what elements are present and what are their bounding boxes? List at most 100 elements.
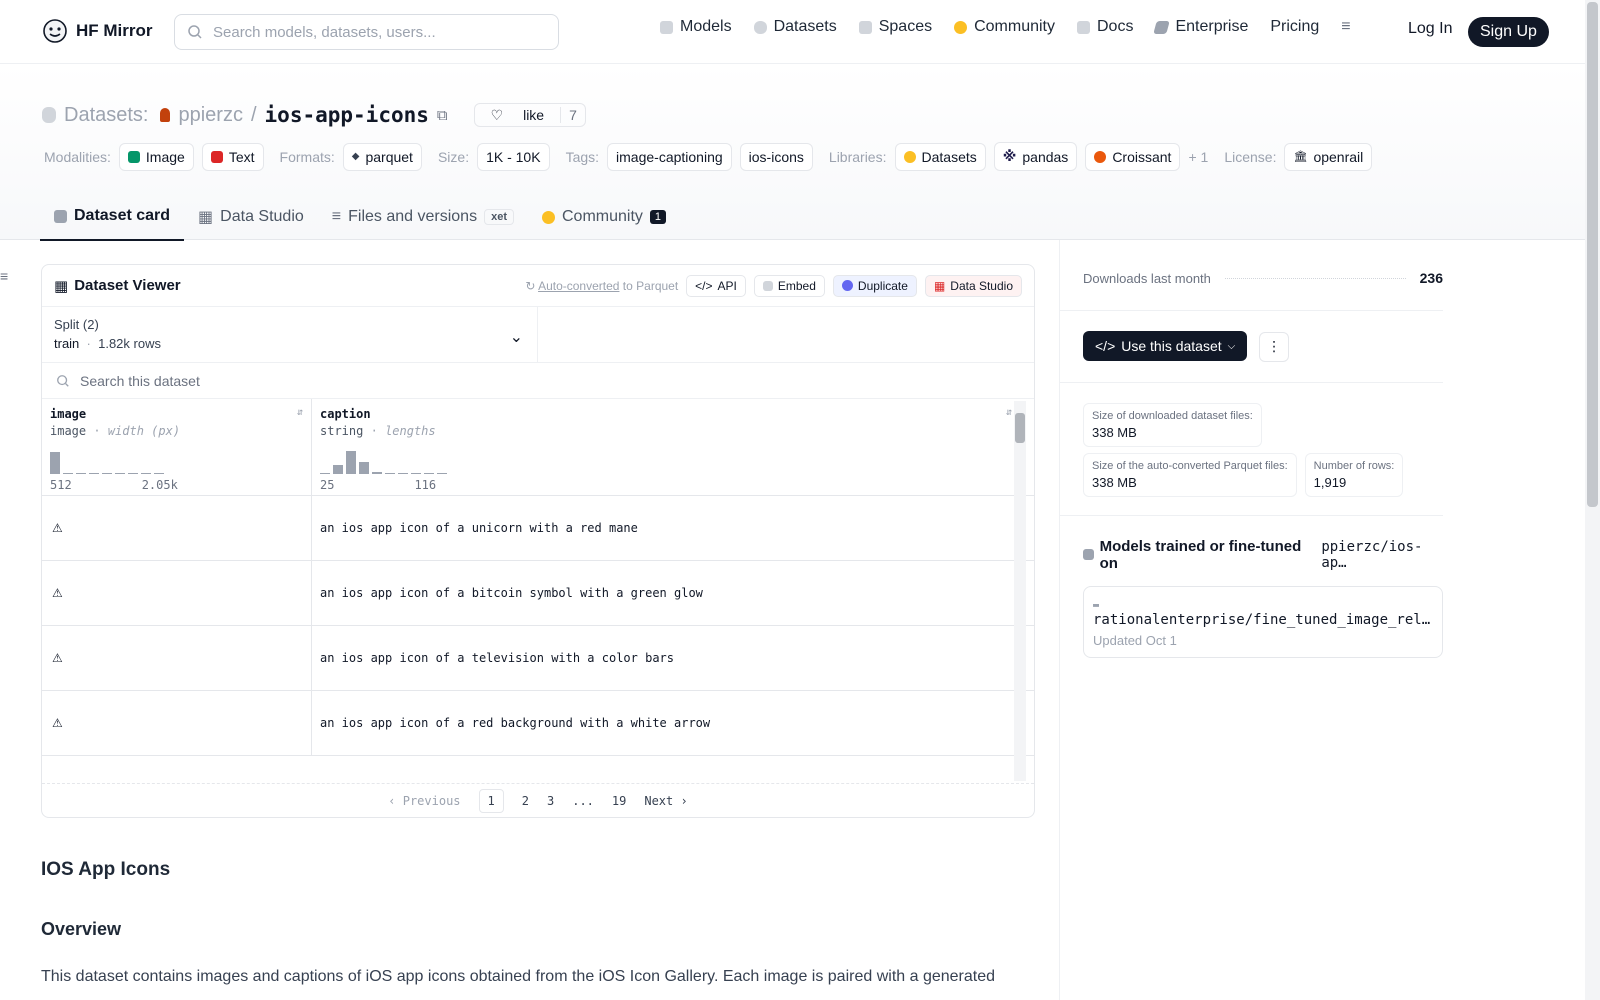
page-scrollbar[interactable]	[1585, 0, 1600, 1000]
column-header-caption[interactable]: caption string · lengths 25 116 ⇵	[312, 399, 1020, 495]
next-page-button[interactable]: Next ›	[644, 794, 687, 808]
more-libraries[interactable]: + 1	[1188, 149, 1208, 165]
warning-icon: ⚠	[52, 521, 63, 535]
tab-files-versions[interactable]: ≡ Files and versions xet	[318, 200, 528, 241]
login-link[interactable]: Log In	[1408, 20, 1452, 38]
nav-pricing-label: Pricing	[1270, 18, 1320, 35]
table-scrollbar[interactable]	[1014, 401, 1026, 781]
model-card[interactable]: ▬ rationalenterprise/fine_tuned_image_re…	[1083, 585, 1443, 658]
more-options-icon[interactable]: ⋮	[1259, 331, 1290, 362]
table-icon: ▦	[933, 278, 946, 293]
tag-format[interactable]: ◆ parquet	[342, 142, 422, 171]
table-row[interactable]: ⚠ an ios app icon of a unicorn with a red…	[42, 496, 1034, 561]
models-repo-link[interactable]: ppierzc/ios-ap…	[1321, 539, 1443, 571]
nav-docs[interactable]: Docs	[1077, 18, 1133, 36]
dataset-search-input[interactable]: Search this dataset	[42, 363, 1034, 399]
tab-community[interactable]: Community 1	[528, 200, 680, 241]
chevron-down-icon: ⌄	[509, 329, 523, 346]
tab-data-studio[interactable]: ▦ Data Studio	[184, 200, 318, 241]
stat-num-rows: Number of rows: 1,919	[1304, 452, 1404, 497]
tag-lib-datasets[interactable]: Datasets	[894, 142, 986, 171]
refresh-icon: ↻	[525, 278, 536, 293]
nav-spaces[interactable]: Spaces	[858, 18, 932, 36]
table-row[interactable]: ⚠ an ios app icon of a television with a …	[42, 626, 1034, 691]
copy-icon[interactable]: ⧉	[437, 107, 448, 124]
page-scrollbar-thumb[interactable]	[1587, 2, 1598, 507]
toc-toggle-icon[interactable]: ≡	[0, 268, 8, 284]
datasets-crumb[interactable]: Datasets:	[64, 104, 148, 127]
auto-converted-link[interactable]: Auto-converted	[538, 279, 619, 293]
tag-size[interactable]: 1K - 10K	[477, 142, 550, 171]
table-scrollbar-thumb[interactable]	[1015, 413, 1025, 443]
downloads-row: Downloads last month 236	[1083, 260, 1443, 296]
tag-modality-text[interactable]: Text	[201, 142, 264, 171]
community-count-badge: 1	[649, 210, 667, 224]
hist-bar	[141, 473, 151, 474]
more-menu-icon[interactable]: ≡	[1341, 18, 1350, 36]
duplicate-button[interactable]: Duplicate	[832, 274, 917, 297]
stats-row-1: Size of downloaded dataset files: 338 MB	[1083, 402, 1443, 447]
nav-pricing[interactable]: Pricing	[1270, 18, 1319, 36]
split-rows: 1.82k rows	[98, 336, 161, 351]
model-icon: ▬	[1093, 599, 1100, 611]
dataset-name[interactable]: ios-app-icons	[265, 103, 429, 127]
split-select[interactable]: Split (2) train · 1.82k rows ⌄	[42, 307, 538, 362]
nav-links: Models Datasets Spaces Community Docs En…	[660, 18, 1351, 36]
license-label: License:	[1224, 148, 1277, 165]
hist-bar	[50, 452, 60, 474]
embed-button[interactable]: Embed	[753, 274, 825, 297]
libraries-label: Libraries:	[828, 148, 887, 165]
nav-enterprise[interactable]: Enterprise	[1153, 18, 1248, 36]
table-row[interactable]: ⚠ an ios app icon of a bitcoin symbol wit…	[42, 561, 1034, 626]
nav-datasets[interactable]: Datasets	[753, 18, 837, 36]
signup-button[interactable]: Sign Up	[1468, 17, 1549, 47]
tab-community-label: Community	[561, 208, 643, 225]
column-type: string	[320, 424, 364, 438]
page-1[interactable]: 1	[478, 788, 504, 813]
card-heading: IOS App Icons	[41, 859, 171, 880]
hist-bar	[115, 473, 125, 474]
database-icon	[42, 107, 56, 123]
tag-lib-pandas[interactable]: ※ pandas	[993, 142, 1078, 171]
next-page-label: Next	[644, 793, 674, 808]
page-19[interactable]: 19	[612, 794, 626, 808]
use-dataset-button[interactable]: </> Use this dataset ⌵	[1083, 331, 1248, 361]
tag-license[interactable]: 🏛 openrail	[1284, 142, 1373, 171]
nav-community[interactable]: Community	[954, 18, 1055, 36]
text-icon	[210, 150, 223, 163]
tag-modality-image-label: Image	[145, 148, 185, 165]
model-name-label: rationalenterprise/fine_tuned_image_rel…	[1093, 611, 1431, 628]
column-histogram	[320, 446, 1012, 474]
tag-modality-image[interactable]: Image	[118, 142, 194, 171]
tab-data-studio-label: Data Studio	[220, 208, 304, 225]
tag-image-captioning[interactable]: image-captioning	[607, 142, 732, 171]
downloads-value: 236	[1419, 270, 1443, 286]
owner-link[interactable]: ppierzc	[178, 104, 242, 127]
tag-ios-icons[interactable]: ios-icons	[739, 142, 813, 171]
sort-icon[interactable]: ⇵	[1006, 407, 1012, 418]
page-2[interactable]: 2	[522, 794, 529, 808]
page-3[interactable]: 3	[547, 794, 554, 808]
viewer-title-label: Dataset Viewer	[74, 277, 181, 294]
table-row[interactable]: ⚠ an ios app icon of a red background wit…	[42, 691, 1034, 756]
duplicate-icon	[841, 280, 853, 291]
hist-bar	[320, 473, 330, 474]
stat-downloaded-value: 338 MB	[1092, 424, 1137, 440]
prev-page-button[interactable]: ‹ Previous	[388, 794, 460, 808]
like-button[interactable]: ♡ like 7	[473, 103, 586, 127]
prev-page-label: Previous	[402, 793, 461, 808]
data-studio-button[interactable]: ▦ Data Studio	[924, 274, 1022, 297]
tag-lib-croissant[interactable]: Croissant	[1085, 142, 1181, 171]
column-header-image[interactable]: image image · width (px) 512 2.05k ⇵	[42, 399, 312, 495]
viewer-header: ▦ Dataset Viewer ↻ Auto-converted to Parq…	[42, 265, 1034, 307]
nav-community-label: Community	[974, 18, 1055, 35]
brand-logo[interactable]: HF Mirror	[42, 18, 153, 44]
api-button[interactable]: </> API	[686, 274, 746, 297]
modalities-label: Modalities:	[44, 148, 111, 165]
tab-dataset-card[interactable]: Dataset card	[40, 200, 185, 241]
global-search-input[interactable]: Search models, datasets, users...	[174, 14, 559, 50]
sort-icon[interactable]: ⇵	[297, 407, 303, 418]
embed-button-label: Embed	[777, 278, 816, 293]
nav-models[interactable]: Models	[660, 18, 732, 36]
book-icon	[1077, 20, 1090, 34]
